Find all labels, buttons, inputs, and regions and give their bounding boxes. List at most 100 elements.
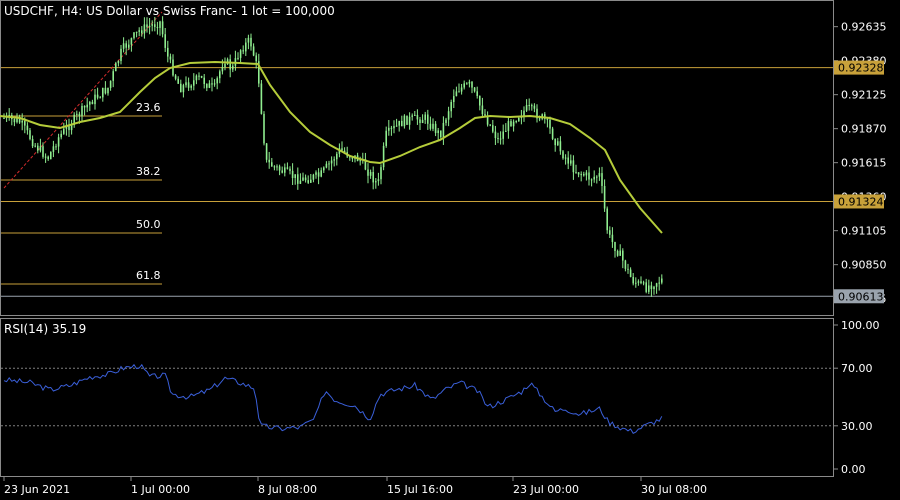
candle-body xyxy=(424,114,426,120)
candle-body xyxy=(577,172,580,175)
candle-body xyxy=(512,121,515,127)
time-tick-label: 15 Jul 16:00 xyxy=(387,483,453,496)
rsi-tick-label: 100.00 xyxy=(841,319,880,332)
candle-body xyxy=(109,80,112,88)
fib-level-label: 61.8 xyxy=(136,269,161,282)
price-tick-label: 0.91870 xyxy=(841,123,887,136)
candle-body xyxy=(193,80,195,86)
candle-body xyxy=(104,87,107,94)
candle-body xyxy=(395,125,398,127)
fib-trend-line[interactable] xyxy=(3,11,163,189)
candle-body xyxy=(29,130,31,140)
candle-body xyxy=(252,46,255,56)
candle-body xyxy=(174,75,177,79)
candle-body xyxy=(164,34,166,48)
candle-body xyxy=(460,87,463,92)
candle-body xyxy=(52,146,55,152)
candle-body xyxy=(432,123,434,129)
candle-body xyxy=(388,127,390,131)
price-tick-label: 0.91105 xyxy=(841,225,887,238)
candle-body xyxy=(603,185,606,209)
candle-body xyxy=(60,133,62,138)
candle-body xyxy=(655,283,658,287)
candle-body xyxy=(154,24,156,27)
candle-body xyxy=(31,139,34,147)
candle-body xyxy=(99,97,101,99)
time-tick-label: 30 Jul 08:00 xyxy=(641,483,707,496)
candle-body xyxy=(398,120,400,126)
candle-body xyxy=(268,159,270,163)
candle-body xyxy=(572,160,575,173)
candle-body xyxy=(598,173,601,177)
candle-body xyxy=(328,163,330,165)
candle-body xyxy=(146,24,148,28)
candle-body xyxy=(445,119,447,123)
price-tick-label: 0.90850 xyxy=(841,259,887,272)
candle-body xyxy=(198,75,200,77)
candle-body xyxy=(299,180,302,184)
candle-body xyxy=(590,179,593,181)
time-tick-label: 1 Jul 00:00 xyxy=(131,483,190,496)
candle-body xyxy=(320,170,322,177)
candle-body xyxy=(629,269,632,277)
candle-body xyxy=(640,281,642,284)
candle-body xyxy=(546,118,549,120)
candle-body xyxy=(94,94,96,105)
candle-body xyxy=(330,160,333,164)
candle-body xyxy=(458,91,460,93)
candle-body xyxy=(221,66,224,72)
candle-body xyxy=(276,166,278,168)
candle-body xyxy=(463,83,465,88)
candle-body xyxy=(78,113,81,117)
price-chart[interactable]: 23.638.250.061.8 0.926350.923800.921250.… xyxy=(0,0,900,500)
candle-body xyxy=(89,101,91,105)
candle-body xyxy=(564,157,567,159)
candle-body xyxy=(117,61,120,64)
candle-body xyxy=(185,82,187,86)
candle-body xyxy=(632,276,634,284)
candle-body xyxy=(245,42,247,52)
candle-body xyxy=(107,87,109,94)
candle-body xyxy=(312,174,315,180)
candle-body xyxy=(115,63,117,72)
candle-body xyxy=(471,81,473,88)
candle-body xyxy=(219,71,221,79)
candle-body xyxy=(606,208,608,231)
candle-body xyxy=(291,170,294,179)
candle-body xyxy=(559,141,562,152)
candle-body xyxy=(26,125,29,131)
time-tick-label: 23 Jul 00:00 xyxy=(513,483,579,496)
candle-body xyxy=(476,91,478,96)
candle-body xyxy=(34,145,36,147)
candle-body xyxy=(16,118,18,123)
candle-body xyxy=(250,37,252,47)
candle-body xyxy=(68,126,70,131)
candle-body xyxy=(81,105,83,117)
candle-body xyxy=(377,179,380,182)
candle-body xyxy=(307,180,309,183)
candle-body xyxy=(237,57,239,59)
candle-body xyxy=(429,123,432,129)
candle-body xyxy=(130,38,133,45)
candle-body xyxy=(216,78,218,84)
candle-body xyxy=(120,48,122,62)
candle-body xyxy=(455,91,458,97)
candle-body xyxy=(284,167,286,173)
candle-body xyxy=(575,172,577,174)
candle-body xyxy=(278,166,281,171)
candle-body xyxy=(403,115,406,127)
candle-body xyxy=(533,105,536,109)
candle-body xyxy=(645,282,647,292)
candle-body xyxy=(304,177,307,181)
candle-body xyxy=(393,126,395,129)
candle-body xyxy=(583,174,585,176)
candle-body xyxy=(408,116,411,125)
candle-body xyxy=(18,118,21,123)
candle-body xyxy=(588,172,590,180)
candle-body xyxy=(47,156,49,160)
candle-body xyxy=(260,83,263,114)
candle-body xyxy=(525,105,528,111)
candle-body xyxy=(13,119,16,123)
rsi-title: RSI(14) 35.19 xyxy=(4,322,87,336)
candle-body xyxy=(380,167,382,180)
